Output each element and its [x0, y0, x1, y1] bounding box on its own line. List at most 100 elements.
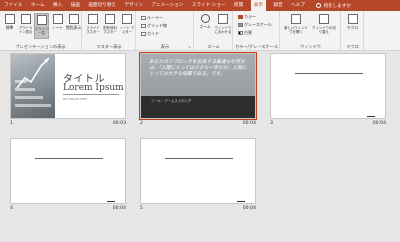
notes-master-button[interactable]: ノート マスター [119, 13, 135, 39]
slide-quote: あなたのアプローチを反映する最適な引用文は、「人間にとっては小さな一歩だが、人類… [149, 60, 247, 78]
handout-master-button[interactable]: 配布資料マスター [102, 13, 118, 39]
normal-view-icon [4, 14, 15, 24]
footer-mark [107, 200, 115, 202]
slide-thumbnail-1[interactable]: タイトル Lorem Ipsum DIT DOLOR AMET [10, 53, 126, 119]
group-zoom: ズーム ウィンドウに合わせる ズーム [195, 11, 233, 51]
tab-help[interactable]: ヘルプ [290, 0, 306, 11]
macro-label: マクロ [346, 24, 359, 30]
slide-number: 5 [140, 206, 143, 211]
outline-view-button[interactable]: アウトライン表示 [18, 13, 33, 39]
slide-timing: 00:04 [112, 206, 126, 211]
macro-icon [347, 14, 358, 24]
magnifier-icon [200, 14, 210, 23]
group-window: 新しいウィンドウを開く ウィンドウの切り替え ウィンドウ [281, 11, 341, 51]
tab-design[interactable]: デザイン [124, 0, 144, 11]
tab-view[interactable]: 表示 [250, 0, 266, 11]
switch-windows-label: ウィンドウの切り替え [312, 25, 336, 34]
group-label-master-views: マスター表示 [96, 44, 122, 49]
title-placeholder-line [295, 73, 363, 74]
slide-thumbnail-2[interactable]: あなたのアプローチを反映する最適な引用文は、「人間にとっては小さな一歩だが、人類… [139, 52, 257, 120]
ribbon-tab-bar: ファイル ホーム 挿入 描画 画面切り替え デザイン アニメーション スライド … [0, 0, 400, 11]
outline-view-icon [20, 14, 31, 24]
black-white-swatch-icon [238, 30, 243, 36]
slide-sorter-pane: タイトル Lorem Ipsum DIT DOLOR AMET 1 00:03 … [0, 52, 400, 242]
title-divider [63, 94, 119, 95]
slide-timing: 00:03 [112, 121, 126, 126]
macro-button[interactable]: マクロ [345, 13, 360, 39]
group-label-zoom: ズーム [207, 44, 220, 49]
fit-window-icon [218, 14, 228, 24]
grayscale-option[interactable]: グレースケール [238, 22, 272, 28]
group-color-grayscale: カラー グレースケール 白黒 カラー/グレースケール [234, 11, 280, 51]
powerpoint-window: ファイル ホーム 挿入 描画 画面切り替え デザイン アニメーション スライド … [0, 0, 400, 242]
notes-master-label: ノート マスター [119, 25, 135, 34]
slide-master-label: スライド マスター [86, 25, 100, 34]
tab-record[interactable]: 録音 [272, 0, 283, 11]
normal-view-label: 標準 [5, 24, 14, 30]
grayscale-label: グレースケール [244, 22, 272, 27]
slide-sorter-button[interactable]: スライド一覧 [34, 13, 49, 39]
slide-thumbnail-4[interactable] [10, 138, 126, 204]
tab-insert[interactable]: 挿入 [52, 0, 63, 11]
handout-master-icon [105, 14, 115, 24]
tab-file[interactable]: ファイル [3, 0, 23, 11]
tab-animations[interactable]: アニメーション [150, 0, 184, 11]
guides-checkbox[interactable]: ガイド [141, 31, 159, 37]
slide-master-button[interactable]: スライド マスター [85, 13, 101, 39]
group-label-presentation-views: プレゼンテーションの表示 [15, 44, 66, 49]
slide-caption: ニール・アームストロング [151, 99, 192, 103]
fit-to-window-label: ウィンドウに合わせる [214, 25, 232, 34]
arrow-graph-icon [16, 57, 50, 89]
ruler-label: ルーラー [147, 15, 163, 20]
tab-home[interactable]: ホーム [30, 0, 46, 11]
tab-draw[interactable]: 描画 [70, 0, 81, 11]
group-macro: マクロ マクロ [342, 11, 364, 51]
notes-page-icon [52, 14, 63, 24]
notes-master-icon [122, 14, 132, 24]
group-label-macro: マクロ [346, 44, 359, 49]
fit-to-window-button[interactable]: ウィンドウに合わせる [214, 13, 232, 39]
reading-view-button[interactable]: 閲覧表示 [66, 13, 81, 39]
title-placeholder-line [165, 158, 233, 159]
group-presentation-views: 標準 アウトライン表示 スライド一覧 ノート 閲覧表示 プレゼンテーションの表示 [0, 11, 82, 51]
slide-number: 1 [10, 121, 13, 126]
slide-number: 4 [10, 206, 13, 211]
checkbox-icon [141, 23, 146, 29]
footer-mark [237, 200, 245, 202]
ruler-checkbox[interactable]: ルーラー [141, 15, 163, 21]
notes-page-button[interactable]: ノート [50, 13, 65, 39]
zoom-label: ズーム [199, 23, 211, 29]
switch-windows-button[interactable]: ウィンドウの切り替え [312, 13, 336, 39]
new-window-icon [291, 14, 301, 24]
tab-review[interactable]: 校閲 [233, 0, 244, 11]
black-white-option[interactable]: 白黒 [238, 30, 252, 36]
color-option[interactable]: カラー [238, 14, 256, 20]
slide-thumbnail-5[interactable] [140, 138, 256, 204]
group-label-window: ウィンドウ [300, 44, 321, 49]
notes-page-label: ノート [51, 24, 64, 30]
reading-view-icon [68, 14, 79, 24]
lightbulb-icon [316, 3, 322, 8]
normal-view-button[interactable]: 標準 [2, 13, 17, 39]
gridlines-checkbox[interactable]: グリッド線 [141, 23, 167, 29]
tab-slideshow[interactable]: スライド ショー [191, 0, 227, 11]
slide-number: 3 [270, 121, 273, 126]
group-label-color: カラー/グレースケール [234, 44, 279, 49]
tab-transitions[interactable]: 画面切り替え [87, 0, 117, 11]
slide-thumbnail-3[interactable] [270, 53, 386, 119]
group-label-show: 表示 [160, 44, 170, 49]
new-window-button[interactable]: 新しいウィンドウを開く [284, 13, 308, 39]
group-show: ルーラー グリッド線 ガイド ↘ 表示 [137, 11, 194, 51]
title-placeholder-line [35, 158, 103, 159]
checkbox-icon [141, 31, 146, 37]
tell-me-label: 何をしますか [323, 3, 352, 9]
outline-view-label: アウトライン表示 [18, 25, 33, 34]
ribbon-view: 標準 アウトライン表示 スライド一覧 ノート 閲覧表示 プレゼンテーションの表示 [0, 11, 400, 51]
tell-me-box[interactable]: 何をしますか [316, 3, 351, 9]
slide-master-icon [88, 14, 98, 24]
slide-timing: 00:04 [242, 206, 256, 211]
color-label: カラー [244, 14, 256, 19]
slide-note: DIT DOLOR AMET [63, 97, 88, 101]
color-swatch-icon [238, 14, 243, 20]
zoom-button[interactable]: ズーム [197, 13, 213, 39]
